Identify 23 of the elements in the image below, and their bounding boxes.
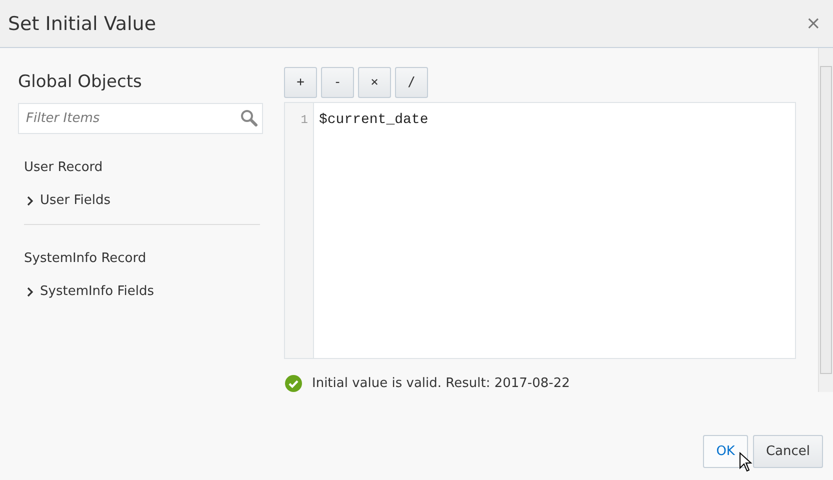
pointer-icon [739,452,753,472]
chevron-icon [26,196,34,206]
close-button[interactable]: × [802,13,825,34]
search-icon [240,109,258,127]
tree-item[interactable]: SystemInfo Fields [26,284,264,299]
search-field[interactable]: Filter Items [18,103,263,134]
code-editor[interactable]: 1 $current_date [284,102,796,359]
tree-item[interactable]: User Fields [26,193,264,208]
dialog-title: Set Initial Value [8,12,156,34]
line-number: 1 [300,113,308,127]
group-label: User Record [24,160,104,175]
cancel-button[interactable]: Cancel [752,435,823,468]
scrollbar[interactable] [818,48,833,392]
chevron-icon [26,286,34,296]
group-label: SystemInfo Record [24,251,148,266]
ok-button[interactable]: OK [703,435,748,468]
operator-button[interactable]: + [284,67,317,98]
operator-button[interactable]: / [395,67,428,98]
operator-button[interactable]: - [321,67,354,98]
operator-button[interactable]: × [358,67,391,98]
code-line: $current_date [319,112,428,128]
validation-message: Initial value is valid. Result: 2017-08-22 [312,376,570,391]
panel-title: Global Objects [18,72,143,92]
